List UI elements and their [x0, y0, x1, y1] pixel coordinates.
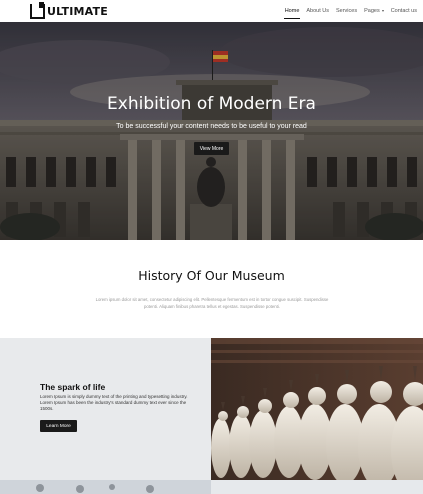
history-section: History Of Our Museum Lorem ipsum dolor …	[0, 240, 423, 338]
brand-logo[interactable]: ULTIMATE	[30, 1, 108, 19]
history-title: History Of Our Museum	[138, 268, 285, 283]
museum-photo	[0, 22, 423, 240]
gallery-strip-image	[0, 480, 423, 494]
nav-services[interactable]: Services	[336, 0, 357, 22]
buddha-statues-photo	[211, 338, 423, 480]
hero-subtitle: To be successful your content needs to b…	[116, 123, 307, 130]
spark-section: The spark of life Lorem Ipsum is simply …	[0, 338, 211, 480]
nav-pages[interactable]: Pages	[364, 0, 384, 22]
navbar: ULTIMATE Home About Us Services Pages Co…	[0, 0, 423, 22]
history-text: Lorem ipsum dolor sit amet, consectetur …	[95, 297, 329, 309]
nav-contact[interactable]: Contact us	[391, 0, 417, 22]
nav-home[interactable]: Home	[283, 0, 301, 22]
logo-mark-icon	[30, 1, 45, 19]
nav-links: Home About Us Services Pages Contact us	[278, 0, 417, 22]
hero-banner: Exhibition of Modern Era To be successfu…	[0, 22, 423, 240]
spark-title: The spark of life	[40, 382, 106, 392]
brand-name: ULTIMATE	[47, 4, 108, 18]
nav-pages-label: Pages	[364, 8, 380, 14]
gallery-strip	[0, 480, 423, 494]
spark-text: Lorem Ipsum is simply dummy text of the …	[40, 394, 188, 411]
view-more-button[interactable]: View More	[194, 142, 229, 155]
learn-more-button[interactable]: Learn More	[40, 420, 77, 432]
hero-title: Exhibition of Modern Era	[107, 94, 316, 114]
buddha-image	[211, 338, 423, 480]
nav-about[interactable]: About Us	[306, 0, 329, 22]
chevron-down-icon	[381, 10, 384, 12]
